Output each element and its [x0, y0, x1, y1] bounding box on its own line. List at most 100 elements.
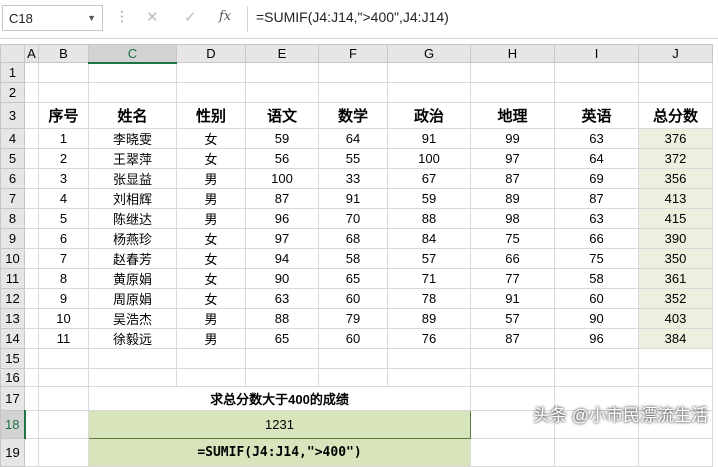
- table-cell[interactable]: 91: [318, 188, 388, 209]
- name-box[interactable]: C18 ▼: [2, 5, 103, 31]
- enter-icon[interactable]: ✓: [184, 8, 197, 26]
- column-header-h[interactable]: H: [470, 44, 555, 63]
- table-cell[interactable]: 男: [176, 208, 246, 229]
- table-cell[interactable]: 99: [470, 128, 555, 149]
- table-cell[interactable]: 77: [470, 268, 555, 289]
- row-header-16[interactable]: 16: [0, 368, 25, 387]
- table-cell[interactable]: 男: [176, 188, 246, 209]
- cell[interactable]: [638, 348, 713, 369]
- table-cell[interactable]: 1: [38, 128, 89, 149]
- cell[interactable]: [38, 348, 89, 369]
- header-cell-total[interactable]: 总分数: [638, 102, 713, 129]
- cell[interactable]: [638, 438, 713, 467]
- table-cell[interactable]: 66: [470, 248, 555, 269]
- column-header-f[interactable]: F: [318, 44, 388, 63]
- table-cell[interactable]: 89: [387, 308, 471, 329]
- table-cell[interactable]: 415: [638, 208, 713, 229]
- table-cell[interactable]: 71: [387, 268, 471, 289]
- row-header-19[interactable]: 19: [0, 438, 25, 467]
- table-cell[interactable]: 周原娟: [88, 288, 177, 309]
- table-cell[interactable]: 75: [470, 228, 555, 249]
- column-header-g[interactable]: G: [387, 44, 471, 63]
- row-header-3[interactable]: 3: [0, 102, 25, 129]
- cell[interactable]: [38, 62, 89, 83]
- row-header-17[interactable]: 17: [0, 386, 25, 411]
- cell[interactable]: [38, 82, 89, 103]
- table-cell[interactable]: 59: [387, 188, 471, 209]
- cell[interactable]: [38, 410, 89, 439]
- row-header-9[interactable]: 9: [0, 228, 25, 249]
- row-header-15[interactable]: 15: [0, 348, 25, 369]
- table-cell[interactable]: 黄原娟: [88, 268, 177, 289]
- cell[interactable]: [24, 82, 39, 103]
- row-header-8[interactable]: 8: [0, 208, 25, 229]
- cell[interactable]: [24, 208, 39, 229]
- cell[interactable]: [318, 82, 388, 103]
- table-cell[interactable]: 3: [38, 168, 89, 189]
- cell[interactable]: [88, 348, 177, 369]
- table-cell[interactable]: 84: [387, 228, 471, 249]
- table-cell[interactable]: 张显益: [88, 168, 177, 189]
- table-cell[interactable]: 杨燕珍: [88, 228, 177, 249]
- cell[interactable]: [638, 368, 713, 387]
- table-cell[interactable]: 372: [638, 148, 713, 169]
- more-options-icon[interactable]: ⋮: [115, 8, 129, 25]
- row-header-18[interactable]: 18: [0, 410, 26, 439]
- table-cell[interactable]: 68: [318, 228, 388, 249]
- table-cell[interactable]: 58: [554, 268, 639, 289]
- cell[interactable]: [38, 368, 89, 387]
- table-cell[interactable]: 4: [38, 188, 89, 209]
- table-cell[interactable]: 6: [38, 228, 89, 249]
- column-header-a[interactable]: A: [24, 44, 39, 63]
- column-header-b[interactable]: B: [38, 44, 89, 63]
- row-header-11[interactable]: 11: [0, 268, 25, 289]
- cell[interactable]: [554, 62, 639, 83]
- table-cell[interactable]: 100: [245, 168, 319, 189]
- cell[interactable]: [88, 62, 177, 83]
- table-cell[interactable]: 63: [554, 128, 639, 149]
- table-cell[interactable]: 75: [554, 248, 639, 269]
- table-cell[interactable]: 女: [176, 128, 246, 149]
- row-header-7[interactable]: 7: [0, 188, 25, 209]
- chevron-down-icon[interactable]: ▼: [87, 13, 96, 23]
- cell[interactable]: [24, 410, 39, 439]
- cell[interactable]: [554, 348, 639, 369]
- table-cell[interactable]: 10: [38, 308, 89, 329]
- table-cell[interactable]: 2: [38, 148, 89, 169]
- table-cell[interactable]: 100: [387, 148, 471, 169]
- cell[interactable]: [38, 438, 89, 467]
- cell[interactable]: [24, 62, 39, 83]
- table-cell[interactable]: 57: [470, 308, 555, 329]
- table-cell[interactable]: 女: [176, 228, 246, 249]
- table-cell[interactable]: 87: [470, 168, 555, 189]
- column-header-e[interactable]: E: [245, 44, 319, 63]
- row-header-14[interactable]: 14: [0, 328, 25, 349]
- table-cell[interactable]: 65: [245, 328, 319, 349]
- table-cell[interactable]: 11: [38, 328, 89, 349]
- table-cell[interactable]: 376: [638, 128, 713, 149]
- row-header-6[interactable]: 6: [0, 168, 25, 189]
- column-header-c[interactable]: C: [88, 44, 177, 64]
- row-header-5[interactable]: 5: [0, 148, 25, 169]
- table-cell[interactable]: 413: [638, 188, 713, 209]
- cell[interactable]: [470, 82, 555, 103]
- cell[interactable]: [638, 82, 713, 103]
- cell[interactable]: [24, 228, 39, 249]
- cell[interactable]: [387, 368, 471, 387]
- cell[interactable]: [470, 368, 555, 387]
- table-cell[interactable]: 7: [38, 248, 89, 269]
- table-cell[interactable]: 91: [470, 288, 555, 309]
- table-cell[interactable]: 91: [387, 128, 471, 149]
- table-cell[interactable]: 76: [387, 328, 471, 349]
- row-header-10[interactable]: 10: [0, 248, 25, 269]
- table-cell[interactable]: 63: [245, 288, 319, 309]
- table-cell[interactable]: 59: [245, 128, 319, 149]
- table-cell[interactable]: 57: [387, 248, 471, 269]
- table-cell[interactable]: 97: [470, 148, 555, 169]
- table-cell[interactable]: 60: [318, 328, 388, 349]
- table-cell[interactable]: 96: [245, 208, 319, 229]
- cell[interactable]: [24, 348, 39, 369]
- table-cell[interactable]: 87: [470, 328, 555, 349]
- header-cell-math[interactable]: 数学: [318, 102, 388, 129]
- cell[interactable]: [245, 348, 319, 369]
